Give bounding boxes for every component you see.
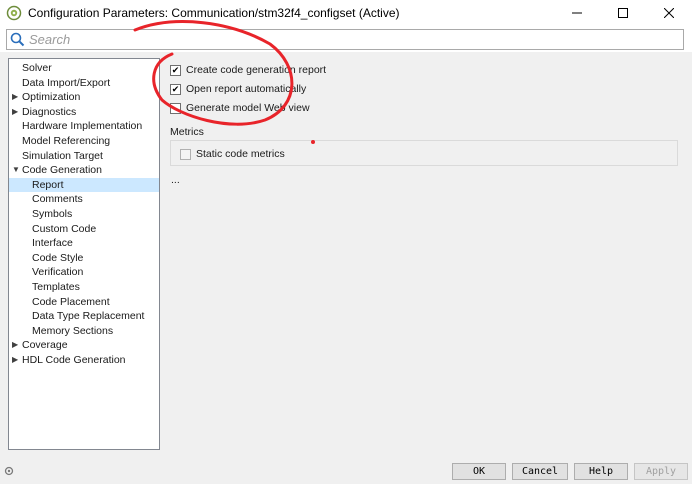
report-pane: ✔ Create code generation report ✔ Open r… [168, 58, 680, 450]
help-button[interactable]: Help [574, 463, 628, 480]
title-bar: Configuration Parameters: Communication/… [0, 0, 692, 26]
static-metrics-label: Static code metrics [196, 148, 285, 160]
tree-item-memory-sections[interactable]: Memory Sections [9, 324, 159, 339]
tree-item-label: Optimization [22, 91, 81, 104]
category-tree[interactable]: Solver Data Import/Export ▶ Optimization ▶ Di… [8, 58, 160, 450]
create-report-option[interactable]: ✔ Create code generation report [170, 62, 326, 78]
collapsed-arrow-icon[interactable]: ▶ [12, 338, 18, 353]
tree-item-model-referencing[interactable]: Model Referencing [9, 134, 159, 149]
minimize-icon [572, 12, 582, 14]
tree-item-label: Verification [32, 266, 84, 279]
tree-item-label: Model Referencing [22, 134, 111, 147]
window-title: Configuration Parameters: Communication/… [28, 6, 400, 20]
more-options-link[interactable]: ... [171, 174, 180, 186]
collapsed-arrow-icon[interactable]: ▶ [12, 90, 18, 105]
expanded-arrow-icon[interactable]: ▼ [12, 163, 20, 178]
tree-item-label: Comments [32, 193, 83, 206]
category-tree-list: Solver Data Import/Export ▶ Optimization ▶ Di… [9, 59, 159, 367]
close-button[interactable] [646, 0, 692, 26]
tree-item-code-placement[interactable]: Code Placement [9, 295, 159, 310]
tree-item-diagnostics[interactable]: ▶ Diagnostics [9, 105, 159, 120]
static-metrics-checkbox[interactable] [180, 148, 191, 160]
create-report-label: Create code generation report [186, 64, 327, 76]
metrics-section-title: Metrics [170, 126, 204, 138]
tree-item-label: HDL Code Generation [22, 353, 126, 366]
tree-item-data-type-replacement[interactable]: Data Type Replacement [9, 309, 159, 324]
web-view-label: Generate model Web view [186, 102, 310, 114]
ok-button[interactable]: OK [452, 463, 506, 480]
tree-item-label: Data Type Replacement [32, 310, 145, 323]
tree-item-code-generation[interactable]: ▼ Code Generation [9, 163, 159, 178]
tree-item-optimization[interactable]: ▶ Optimization [9, 90, 159, 105]
tree-item-label: Code Placement [32, 295, 110, 308]
static-metrics-option[interactable]: Static code metrics [180, 146, 285, 162]
open-report-label: Open report automatically [186, 83, 307, 95]
tree-item-templates[interactable]: Templates [9, 280, 159, 295]
tree-item-hdl-code-generation[interactable]: ▶ HDL Code Generation [9, 353, 159, 368]
tree-item-label: Data Import/Export [22, 76, 111, 89]
collapsed-arrow-icon[interactable]: ▶ [12, 105, 18, 120]
tree-item-hardware-implementation[interactable]: Hardware Implementation [9, 119, 159, 134]
tree-item-label: Diagnostics [22, 105, 77, 118]
tree-item-verification[interactable]: Verification [9, 265, 159, 280]
maximize-button[interactable] [600, 0, 646, 26]
open-report-option[interactable]: ✔ Open report automatically [170, 81, 306, 97]
close-icon [664, 8, 674, 18]
web-view-checkbox[interactable] [170, 102, 181, 114]
tree-item-label: Memory Sections [32, 324, 114, 337]
search-input[interactable] [29, 32, 669, 47]
tree-item-label: Interface [32, 237, 73, 250]
tree-item-label: Custom Code [32, 222, 97, 235]
simulink-config-icon [6, 5, 22, 21]
maximize-icon [618, 8, 628, 18]
tree-item-label: Solver [22, 62, 52, 74]
tree-item-data-import-export[interactable]: Data Import/Export [9, 76, 159, 91]
tree-item-label: Coverage [22, 339, 68, 352]
dialog-button-bar: OK Cancel Help Apply [0, 458, 692, 484]
tree-item-simulation-target[interactable]: Simulation Target [9, 149, 159, 164]
tree-item-report[interactable]: Report [9, 177, 159, 193]
tree-item-comments[interactable]: Comments [9, 192, 159, 207]
open-report-checkbox[interactable]: ✔ [170, 83, 181, 95]
minimize-button[interactable] [554, 0, 600, 26]
tree-item-solver[interactable]: Solver [9, 61, 159, 76]
create-report-checkbox[interactable]: ✔ [170, 64, 181, 76]
tree-item-coverage[interactable]: ▶ Coverage [9, 338, 159, 353]
tree-item-label: Code Generation [22, 164, 102, 177]
cancel-button[interactable]: Cancel [512, 463, 568, 480]
collapsed-arrow-icon[interactable]: ▶ [12, 353, 18, 368]
tree-item-custom-code[interactable]: Custom Code [9, 222, 159, 237]
web-view-option[interactable]: Generate model Web view [170, 100, 310, 116]
main-panel: Solver Data Import/Export ▶ Optimization ▶ Di… [0, 52, 692, 458]
tree-item-label: Report [32, 178, 64, 191]
search-icon [10, 32, 25, 47]
tree-item-label: Templates [32, 280, 80, 293]
settings-gear-icon[interactable] [4, 466, 14, 476]
apply-button[interactable]: Apply [634, 463, 688, 480]
tree-item-label: Symbols [32, 207, 73, 220]
tree-item-label: Code Style [32, 251, 84, 264]
tree-item-interface[interactable]: Interface [9, 236, 159, 251]
search-bar [6, 29, 684, 50]
metrics-group: Static code metrics [170, 140, 678, 166]
tree-item-symbols[interactable]: Symbols [9, 207, 159, 222]
tree-item-label: Simulation Target [22, 149, 103, 162]
tree-item-label: Hardware Implementation [22, 120, 143, 133]
tree-item-code-style[interactable]: Code Style [9, 251, 159, 266]
